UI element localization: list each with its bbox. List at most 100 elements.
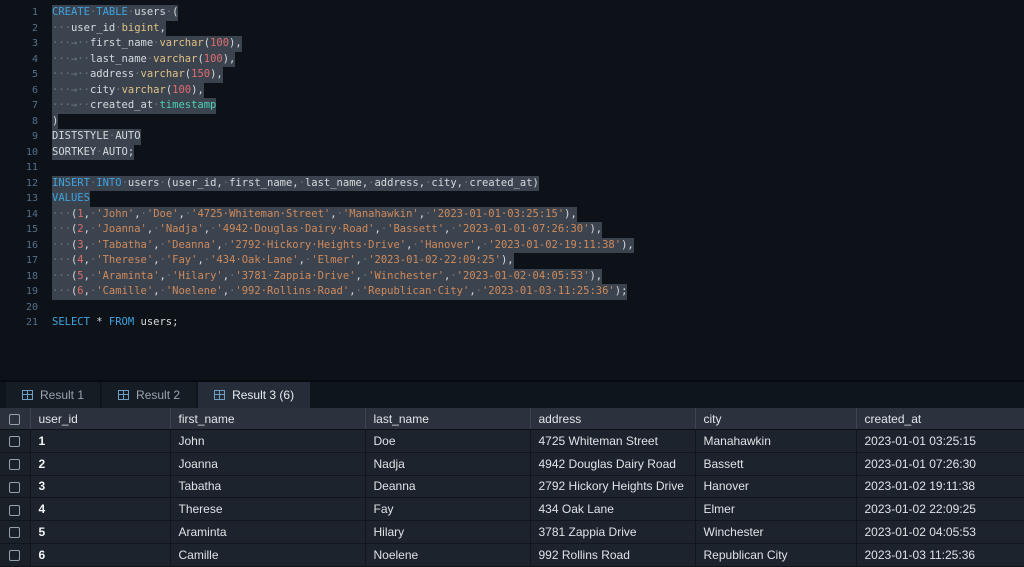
code-line-text: ···(2,·'Joanna',·'Nadja',·'4942·Douglas·… (52, 222, 602, 238)
cell-created_at[interactable]: 2023-01-02 04:05:53 (856, 521, 1024, 544)
cell-last_name[interactable]: Doe (365, 430, 530, 453)
code-token: 'Fay' (166, 254, 198, 266)
code-token: 'Elmer' (311, 254, 355, 266)
cell-first_name[interactable]: Tabatha (170, 475, 365, 498)
code-line[interactable]: 9DISTSTYLE·AUTO (0, 129, 1024, 145)
code-line[interactable]: 20 (0, 300, 1024, 316)
code-line[interactable]: 18···(5,·'Araminta',·'Hilary',·'3781·Zap… (0, 269, 1024, 285)
code-token: created_at) (469, 177, 539, 189)
code-token: ··· (52, 22, 71, 34)
cell-city[interactable]: Republican City (695, 543, 856, 566)
cell-created_at[interactable]: 2023-01-01 07:26:30 (856, 452, 1024, 475)
code-line[interactable]: 2···user_id·bigint, (0, 21, 1024, 37)
code-line[interactable]: 11 (0, 160, 1024, 176)
code-token: 'Nadja' (160, 223, 204, 235)
code-line[interactable]: 6···→··city·varchar(100), (0, 83, 1024, 99)
cell-user_id[interactable]: 1 (30, 430, 170, 453)
cell-last_name[interactable]: Fay (365, 498, 530, 521)
code-line[interactable]: 4···→··last_name·varchar(100), (0, 52, 1024, 68)
result-tabs: Result 1Result 2Result 3 (6) (0, 380, 1024, 408)
cell-created_at[interactable]: 2023-01-02 22:09:25 (856, 498, 1024, 521)
row-checkbox-cell (0, 475, 30, 498)
row-checkbox[interactable] (9, 550, 20, 561)
column-header-created_at[interactable]: created_at (856, 408, 1024, 430)
code-line[interactable]: 3···→··first_name·varchar(100), (0, 36, 1024, 52)
code-line-text: ···→··first_name·varchar(100), (52, 36, 242, 52)
code-line[interactable]: 21SELECT * FROM users; (0, 315, 1024, 331)
column-header-address[interactable]: address (530, 408, 695, 430)
column-header-city[interactable]: city (695, 408, 856, 430)
row-checkbox[interactable] (9, 459, 20, 470)
select-all-checkbox[interactable] (9, 414, 20, 425)
line-number: 2 (0, 21, 38, 37)
cell-created_at[interactable]: 2023-01-03 11:25:36 (856, 543, 1024, 566)
code-line[interactable]: 10SORTKEY·AUTO; (0, 145, 1024, 161)
line-number: 7 (0, 98, 38, 114)
row-checkbox-cell (0, 498, 30, 521)
cell-last_name[interactable]: Hilary (365, 521, 530, 544)
cell-city[interactable]: Hanover (695, 475, 856, 498)
code-line[interactable]: 1CREATE·TABLE·users·( (0, 5, 1024, 21)
cell-city[interactable]: Winchester (695, 521, 856, 544)
code-token: INTO (96, 177, 121, 189)
cell-address[interactable]: 4942 Douglas Dairy Road (530, 452, 695, 475)
code-line[interactable]: 14···(1,·'John',·'Doe',·'4725·Whiteman·S… (0, 207, 1024, 223)
column-header-user_id[interactable]: user_id (30, 408, 170, 430)
row-checkbox-cell (0, 521, 30, 544)
cell-last_name[interactable]: Noelene (365, 543, 530, 566)
cell-address[interactable]: 3781 Zappia Drive (530, 521, 695, 544)
code-token: address, (374, 177, 425, 189)
cell-user_id[interactable]: 5 (30, 521, 170, 544)
cell-user_id[interactable]: 6 (30, 543, 170, 566)
cell-created_at[interactable]: 2023-01-01 03:25:15 (856, 430, 1024, 453)
code-token: first_name, (229, 177, 299, 189)
code-line[interactable]: 19···(6,·'Camille',·'Noelene',·'992·Roll… (0, 284, 1024, 300)
code-token: 'Hilary' (172, 270, 223, 282)
code-token: '2792·Hickory·Heights·Drive' (229, 239, 406, 251)
row-checkbox[interactable] (9, 505, 20, 516)
code-token: 'Camille' (96, 285, 153, 297)
tab-result-1[interactable]: Result 1 (6, 382, 100, 408)
line-number: 14 (0, 207, 38, 223)
row-checkbox[interactable] (9, 436, 20, 447)
cell-last_name[interactable]: Nadja (365, 452, 530, 475)
cell-created_at[interactable]: 2023-01-02 19:11:38 (856, 475, 1024, 498)
cell-first_name[interactable]: Araminta (170, 521, 365, 544)
cell-first_name[interactable]: John (170, 430, 365, 453)
sql-editor[interactable]: 1CREATE·TABLE·users·(2···user_id·bigint,… (0, 0, 1024, 380)
cell-address[interactable]: 4725 Whiteman Street (530, 430, 695, 453)
cell-city[interactable]: Manahawkin (695, 430, 856, 453)
code-line[interactable]: 15···(2,·'Joanna',·'Nadja',·'4942·Dougla… (0, 222, 1024, 238)
code-line[interactable]: 5···→··address·varchar(150), (0, 67, 1024, 83)
cell-city[interactable]: Elmer (695, 498, 856, 521)
cell-last_name[interactable]: Deanna (365, 475, 530, 498)
code-line[interactable]: 12INSERT·INTO·users·(user_id,·first_name… (0, 176, 1024, 192)
row-checkbox[interactable] (9, 527, 20, 538)
cell-user_id[interactable]: 4 (30, 498, 170, 521)
cell-address[interactable]: 434 Oak Lane (530, 498, 695, 521)
tab-result-3[interactable]: Result 3 (6) (198, 382, 310, 408)
cell-first_name[interactable]: Therese (170, 498, 365, 521)
line-number: 19 (0, 284, 38, 300)
code-token: ··· (52, 270, 71, 282)
cell-address[interactable]: 992 Rollins Road (530, 543, 695, 566)
cell-address[interactable]: 2792 Hickory Heights Drive (530, 475, 695, 498)
column-header-first_name[interactable]: first_name (170, 408, 365, 430)
line-number: 21 (0, 315, 38, 331)
cell-city[interactable]: Bassett (695, 452, 856, 475)
code-line[interactable]: 13VALUES (0, 191, 1024, 207)
cell-first_name[interactable]: Joanna (170, 452, 365, 475)
code-line[interactable]: 7···→··created_at·timestamp (0, 98, 1024, 114)
code-line[interactable]: 16···(3,·'Tabatha',·'Deanna',·'2792·Hick… (0, 238, 1024, 254)
cell-first_name[interactable]: Camille (170, 543, 365, 566)
tab-result-2[interactable]: Result 2 (102, 382, 196, 408)
code-token: 100 (172, 84, 191, 96)
code-line[interactable]: 8) (0, 114, 1024, 130)
cell-user_id[interactable]: 3 (30, 475, 170, 498)
select-all-cell (0, 408, 30, 430)
code-line[interactable]: 17···(4,·'Therese',·'Fay',·'434·Oak·Lane… (0, 253, 1024, 269)
column-header-last_name[interactable]: last_name (365, 408, 530, 430)
cell-user_id[interactable]: 2 (30, 452, 170, 475)
row-checkbox[interactable] (9, 482, 20, 493)
code-token: ), (210, 68, 223, 80)
